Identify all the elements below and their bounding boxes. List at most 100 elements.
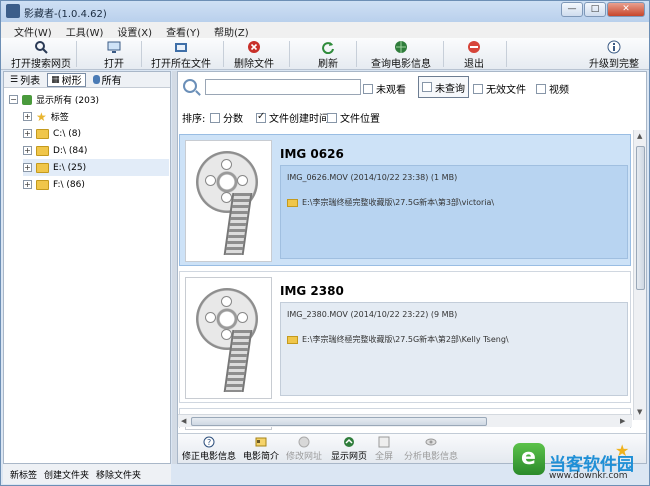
vertical-scrollbar[interactable]: ▲ ▼ bbox=[633, 130, 646, 420]
remove-folder-button[interactable]: 移除文件夹 bbox=[96, 468, 141, 481]
browser-icon bbox=[344, 437, 354, 447]
checkbox-box[interactable] bbox=[210, 112, 220, 123]
checkbox-box[interactable] bbox=[473, 83, 483, 94]
scroll-up-icon[interactable]: ▲ bbox=[637, 132, 642, 140]
svg-text:?: ? bbox=[207, 438, 211, 447]
movie-intro-button[interactable]: 电影简介 bbox=[243, 436, 279, 462]
collapse-icon[interactable]: − bbox=[9, 95, 18, 104]
site-watermark: ★ 当客软件园 www.downkr.com bbox=[513, 441, 649, 485]
tab-all[interactable]: 所有 bbox=[90, 73, 125, 87]
minimize-button[interactable]: — bbox=[561, 2, 583, 17]
vertical-scroll-thumb[interactable] bbox=[636, 146, 645, 290]
invalid-file-checkbox[interactable]: 无效文件 bbox=[473, 81, 526, 96]
tab-tree[interactable]: ▦ 树形 bbox=[47, 72, 86, 87]
show-web-button[interactable]: 显示网页 bbox=[331, 436, 367, 462]
exit-button[interactable]: 退出 bbox=[461, 39, 487, 70]
tab-list[interactable]: ☰ 列表 bbox=[7, 73, 43, 88]
file-list: IMG 0626 IMG_0626.MOV (2014/10/22 23:38)… bbox=[178, 130, 632, 430]
web-icon bbox=[298, 436, 310, 448]
file-card[interactable]: IMG 0626 IMG_0626.MOV (2014/10/22 23:38)… bbox=[179, 134, 631, 266]
search-icon[interactable] bbox=[183, 79, 197, 93]
tree-root[interactable]: − 显示所有 (203) bbox=[9, 91, 175, 108]
close-button[interactable]: ✕ bbox=[607, 2, 645, 17]
scroll-right-icon[interactable]: ▶ bbox=[620, 417, 625, 425]
query-movie-info-button[interactable]: 查询电影信息 bbox=[369, 39, 433, 70]
monitor-icon bbox=[107, 41, 121, 53]
new-tag-button[interactable]: 新标签 bbox=[10, 468, 37, 481]
sort-created-checkbox[interactable]: 文件创建时间 bbox=[256, 110, 329, 125]
tab-tree-label: 树形 bbox=[61, 76, 82, 87]
tree-item-drive-d[interactable]: + D:\ (84) bbox=[23, 142, 189, 159]
tree-item-label: E:\ (25) bbox=[53, 162, 87, 173]
sort-created-label: 文件创建时间 bbox=[269, 114, 329, 125]
menu-file[interactable]: 文件(W) bbox=[7, 22, 59, 39]
file-info-box: IMG_0626.MOV (2014/10/22 23:38) (1 MB) E… bbox=[280, 165, 628, 259]
open-folder-button[interactable]: 打开所在文件夹 bbox=[147, 39, 215, 85]
unwatched-label: 未观看 bbox=[376, 85, 406, 96]
create-folder-button[interactable]: 创建文件夹 bbox=[44, 468, 89, 481]
horizontal-scrollbar[interactable]: ◀ ▶ bbox=[178, 414, 632, 427]
tree-item-label: D:\ (84) bbox=[53, 145, 88, 156]
unqueried-checkbox[interactable]: 未查询 bbox=[418, 76, 469, 98]
tree-item-tags[interactable]: + ★ 标签 bbox=[23, 108, 189, 125]
id-card-icon bbox=[255, 437, 267, 447]
window-title: 影藏者-(1.0.4.62) bbox=[24, 9, 107, 20]
open-search-web-button[interactable]: 打开搜索网页 bbox=[9, 39, 73, 70]
menu-settings[interactable]: 设置(X) bbox=[110, 22, 159, 39]
checkbox-box[interactable] bbox=[327, 112, 337, 123]
fix-movie-info-label: 修正电影信息 bbox=[182, 452, 237, 462]
menu-help[interactable]: 帮助(Z) bbox=[207, 22, 256, 39]
search-input[interactable] bbox=[205, 79, 361, 95]
video-label: 视频 bbox=[549, 85, 569, 96]
checkbox-box[interactable] bbox=[422, 82, 432, 92]
title-bar: 影藏者-(1.0.4.62) — □ ✕ bbox=[1, 1, 649, 22]
menu-view[interactable]: 查看(Y) bbox=[159, 22, 207, 39]
upgrade-button[interactable]: 升级到完整版 bbox=[585, 39, 643, 85]
horizontal-scroll-thumb[interactable] bbox=[191, 417, 487, 426]
expand-icon[interactable]: + bbox=[23, 180, 32, 189]
scroll-left-icon[interactable]: ◀ bbox=[181, 417, 186, 425]
file-path[interactable]: E:\李宗瑞终極完整收藏版\27.5G新本\第3部\victoria\ bbox=[287, 197, 494, 208]
checkbox-box[interactable] bbox=[256, 111, 266, 123]
refresh-button[interactable]: 刷新 bbox=[311, 39, 345, 70]
root-icon bbox=[22, 94, 32, 105]
unwatched-checkbox[interactable]: 未观看 bbox=[363, 81, 406, 96]
file-path-text: E:\李宗瑞终極完整收藏版\27.5G新本\第3部\victoria\ bbox=[302, 198, 495, 207]
checkbox-box[interactable] bbox=[363, 83, 373, 94]
help-icon: ? bbox=[203, 436, 215, 448]
movie-intro-label: 电影简介 bbox=[243, 452, 280, 462]
fullscreen-button[interactable]: 全屏 bbox=[375, 436, 393, 462]
sort-score-label: 分数 bbox=[223, 114, 243, 125]
file-card[interactable]: IMG 2380 IMG_2380.MOV (2014/10/22 23:22)… bbox=[179, 271, 631, 403]
maximize-button[interactable]: □ bbox=[584, 2, 606, 17]
expand-icon[interactable]: + bbox=[23, 163, 32, 172]
sort-location-checkbox[interactable]: 文件位置 bbox=[327, 110, 380, 125]
analyze-movie-info-button[interactable]: 分析电影信息 bbox=[404, 436, 458, 462]
checkbox-box[interactable] bbox=[536, 83, 546, 94]
exit-label: 退出 bbox=[464, 59, 484, 70]
scroll-down-icon[interactable]: ▼ bbox=[637, 408, 642, 416]
expand-icon[interactable]: + bbox=[23, 129, 32, 138]
tree-icon: ▦ bbox=[51, 74, 60, 85]
folder-icon bbox=[287, 198, 298, 207]
video-checkbox[interactable]: 视频 bbox=[536, 81, 569, 96]
sort-score-checkbox[interactable]: 分数 bbox=[210, 110, 243, 125]
delete-file-button[interactable]: 删除文件 bbox=[233, 39, 275, 70]
main-toolbar: 打开搜索网页 打开 打开所在文件夹 删除文件 刷新 查询电影信息 bbox=[1, 38, 649, 85]
tree-item-drive-c[interactable]: + C:\ (8) bbox=[23, 125, 189, 142]
edit-url-button[interactable]: 修改网址 bbox=[286, 436, 322, 462]
expand-icon[interactable]: + bbox=[23, 146, 32, 155]
fix-movie-info-button[interactable]: ? 修正电影信息 bbox=[182, 436, 236, 462]
folder-open-icon bbox=[175, 43, 187, 52]
file-path[interactable]: E:\李宗瑞终極完整收藏版\27.5G新本\第2部\Kelly Tseng\ bbox=[287, 334, 509, 345]
expand-icon[interactable]: + bbox=[23, 112, 32, 121]
menu-tools[interactable]: 工具(W) bbox=[59, 22, 111, 39]
watermark-url: www.downkr.com bbox=[549, 471, 628, 481]
tree-item-drive-f[interactable]: + F:\ (86) bbox=[23, 176, 189, 193]
delete-file-label: 删除文件 bbox=[234, 59, 274, 70]
tree-item-drive-e[interactable]: + E:\ (25) bbox=[23, 159, 169, 176]
refresh-label: 刷新 bbox=[318, 59, 338, 70]
invalid-file-label: 无效文件 bbox=[486, 85, 526, 96]
open-button[interactable]: 打开 bbox=[97, 39, 131, 70]
file-title: IMG 0626 bbox=[280, 147, 344, 161]
